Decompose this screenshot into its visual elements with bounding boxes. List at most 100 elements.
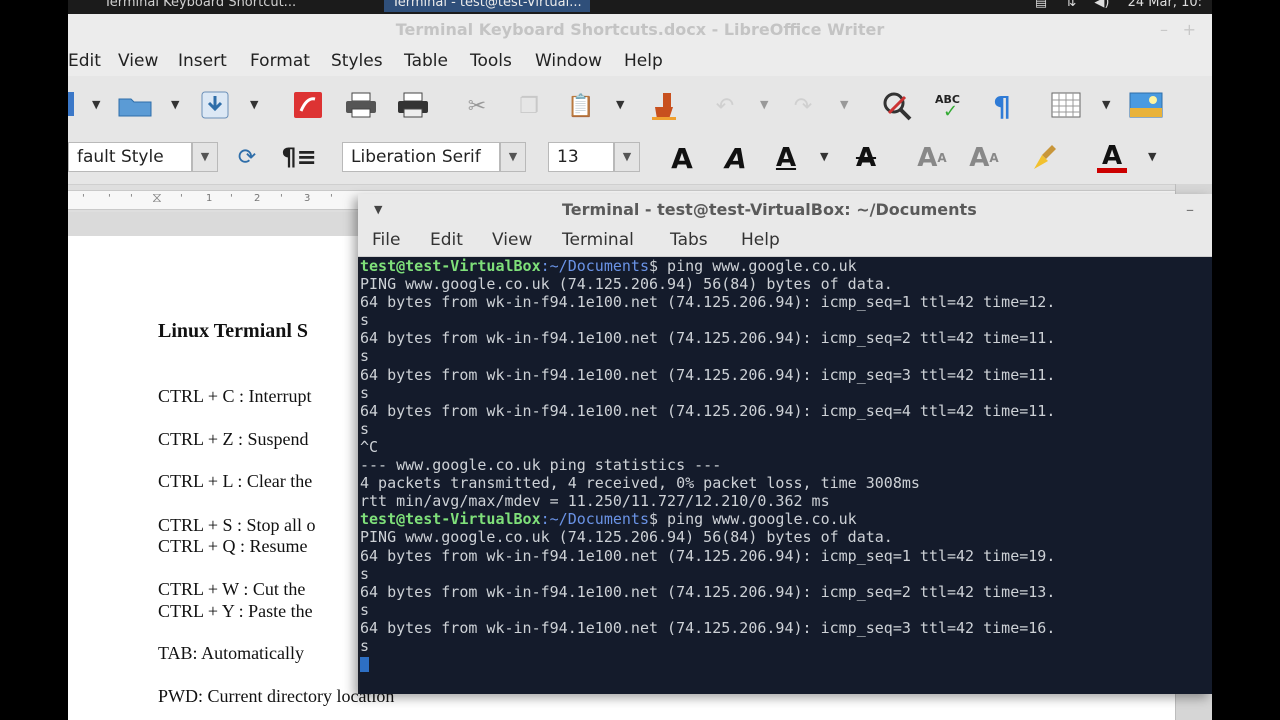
paragraph-style-box[interactable]: fault Style (68, 142, 192, 172)
menu-window[interactable]: Window (535, 46, 602, 76)
copy-icon[interactable]: ❐ (514, 94, 544, 119)
terminal-output-line: 64 bytes from wk-in-f94.1e100.net (74.12… (360, 365, 1056, 384)
insert-table-icon[interactable] (1050, 90, 1082, 120)
menu-table[interactable]: Table (404, 46, 448, 76)
chevron-down-icon[interactable]: ▼ (250, 98, 258, 111)
bold-icon[interactable]: A (664, 142, 700, 175)
prompt-user: test@test-VirtualBox (360, 257, 541, 275)
prompt-command: $ ping www.google.co.uk (649, 510, 857, 529)
print-direct-icon[interactable] (396, 90, 430, 120)
terminal-menu-help[interactable]: Help (741, 226, 780, 255)
cut-icon[interactable]: ✂ (462, 94, 492, 119)
menu-format[interactable]: Format (250, 46, 310, 76)
chevron-down-icon[interactable]: ▼ (840, 98, 848, 111)
ruler-tick: ' (108, 193, 111, 204)
terminal-window-title: Terminal - test@test-VirtualBox: ~/Docum… (562, 200, 977, 219)
open-folder-icon[interactable] (118, 92, 152, 118)
menu-tools[interactable]: Tools (470, 46, 512, 76)
terminal-output-line: PING www.google.co.uk (74.125.206.94) 56… (360, 528, 893, 547)
ruler-tick: ' (280, 193, 283, 204)
minimize-icon[interactable]: – (1160, 14, 1168, 46)
chevron-down-icon[interactable]: ▼ (760, 98, 768, 111)
terminal-output-line: ^C (360, 437, 379, 456)
volume-icon[interactable]: ◀) (1094, 0, 1109, 10)
terminal-output-line: --- www.google.co.uk ping statistics --- (360, 456, 722, 475)
subscript-icon[interactable]: AA (966, 142, 1002, 174)
font-color-icon[interactable]: A (1094, 142, 1130, 174)
update-style-icon[interactable]: ⟳ (230, 142, 264, 172)
italic-icon[interactable]: A (718, 142, 754, 175)
clock[interactable]: 24 Mar, 10: (1128, 0, 1202, 10)
formatting-marks-icon[interactable]: ¶ (988, 90, 1016, 123)
formatting-toolbar: fault Style ▼ ⟳ ¶≡ Liberation Serif ▼ 13… (68, 132, 1212, 184)
menu-insert[interactable]: Insert (178, 46, 227, 76)
terminal-menu-tabs[interactable]: Tabs (670, 226, 708, 255)
save-icon[interactable] (200, 90, 230, 120)
prompt-path: :~/Documents (540, 510, 649, 529)
terminal-titlebar[interactable]: ▼ Terminal - test@test-VirtualBox: ~/Doc… (358, 194, 1212, 226)
chevron-down-icon[interactable]: ▼ (92, 98, 100, 111)
chevron-down-icon[interactable]: ▼ (1148, 150, 1156, 163)
terminal-prompt-line: test@test-VirtualBox:~/Documents$ ping w… (360, 510, 1055, 528)
font-size-dropdown[interactable]: ▼ (614, 142, 640, 172)
font-name-box[interactable]: Liberation Serif (342, 142, 500, 172)
system-taskbar: Terminal Keyboard Shortcut... Terminal -… (68, 0, 1212, 14)
menu-view[interactable]: View (118, 46, 158, 76)
chevron-down-icon[interactable]: ▼ (171, 98, 179, 111)
chevron-down-icon[interactable]: ▼ (820, 150, 828, 163)
close-icon[interactable]: + (1183, 14, 1196, 46)
clone-formatting-icon[interactable] (648, 90, 678, 122)
menu-help[interactable]: Help (624, 46, 663, 76)
writer-titlebar: Terminal Keyboard Shortcuts.docx - Libre… (68, 14, 1212, 46)
terminal-output-line: 64 bytes from wk-in-f94.1e100.net (74.12… (360, 582, 1056, 601)
redo-icon[interactable]: ↷ (788, 94, 818, 119)
strikethrough-icon[interactable]: A (848, 142, 884, 174)
superscript-icon[interactable]: AA (914, 142, 950, 174)
chevron-down-icon[interactable]: ▼ (616, 98, 624, 111)
writer-window-title: Terminal Keyboard Shortcuts.docx - Libre… (395, 20, 885, 39)
window-menu-icon[interactable]: ▼ (374, 194, 382, 226)
indent-marker-icon[interactable]: ⧖ (152, 190, 162, 206)
terminal-menu-edit[interactable]: Edit (430, 226, 463, 255)
prompt-command: $ ping www.google.co.uk (649, 257, 857, 275)
ruler-tick: ' (130, 193, 133, 204)
ruler-number: 3 (304, 193, 311, 204)
terminal-output-line: 64 bytes from wk-in-f94.1e100.net (74.12… (360, 293, 1056, 312)
underline-icon[interactable]: A (768, 142, 804, 174)
terminal-menu-terminal[interactable]: Terminal (562, 226, 634, 255)
paragraph-style-dropdown[interactable]: ▼ (192, 142, 218, 172)
new-document-icon[interactable] (68, 92, 74, 116)
terminal-output-line: 64 bytes from wk-in-f94.1e100.net (74.12… (360, 546, 1056, 565)
menu-styles[interactable]: Styles (331, 46, 383, 76)
undo-icon[interactable]: ↶ (710, 94, 740, 119)
terminal-window[interactable]: ▼ Terminal - test@test-VirtualBox: ~/Doc… (358, 194, 1212, 694)
print-icon[interactable] (344, 90, 378, 120)
find-replace-icon[interactable] (880, 90, 916, 122)
terminal-menu-view[interactable]: View (492, 226, 532, 255)
export-pdf-icon[interactable] (292, 90, 324, 120)
taskbar-item-terminal[interactable]: Terminal - test@test-Virtual... (384, 0, 590, 12)
network-icon[interactable]: ⇅ (1065, 0, 1076, 10)
terminal-output[interactable]: test@test-VirtualBox:~/Documents$ ping w… (360, 257, 1212, 694)
spelling-icon[interactable]: ABC ✓ (932, 90, 966, 122)
ruler-tick: ' (330, 193, 333, 204)
clear-formatting-icon[interactable] (1028, 142, 1062, 174)
menu-edit[interactable]: Edit (68, 46, 101, 76)
screen: Terminal Keyboard Shortcut... Terminal -… (68, 0, 1212, 720)
terminal-menubar: File Edit View Terminal Tabs Help (358, 226, 1212, 257)
font-name-dropdown[interactable]: ▼ (500, 142, 526, 172)
insert-image-icon[interactable] (1128, 90, 1164, 120)
document-title: Linux Termianl S (158, 320, 309, 342)
terminal-menu-file[interactable]: File (372, 226, 400, 255)
ruler-tick: ' (180, 193, 183, 204)
clipboard-icon[interactable]: ▤ (1035, 0, 1047, 10)
system-tray: ▤ ⇅ ◀) 24 Mar, 10: (1021, 0, 1202, 12)
taskbar-item-writer[interactable]: Terminal Keyboard Shortcut... (104, 0, 296, 12)
ruler-number: 2 (254, 193, 261, 204)
font-size-box[interactable]: 13 (548, 142, 614, 172)
paste-icon[interactable]: 📋 (566, 94, 596, 119)
minimize-icon[interactable]: – (1186, 194, 1194, 226)
new-style-icon[interactable]: ¶≡ (281, 142, 316, 172)
chevron-down-icon[interactable]: ▼ (1102, 98, 1110, 111)
terminal-output-line: 64 bytes from wk-in-f94.1e100.net (74.12… (360, 618, 1056, 637)
